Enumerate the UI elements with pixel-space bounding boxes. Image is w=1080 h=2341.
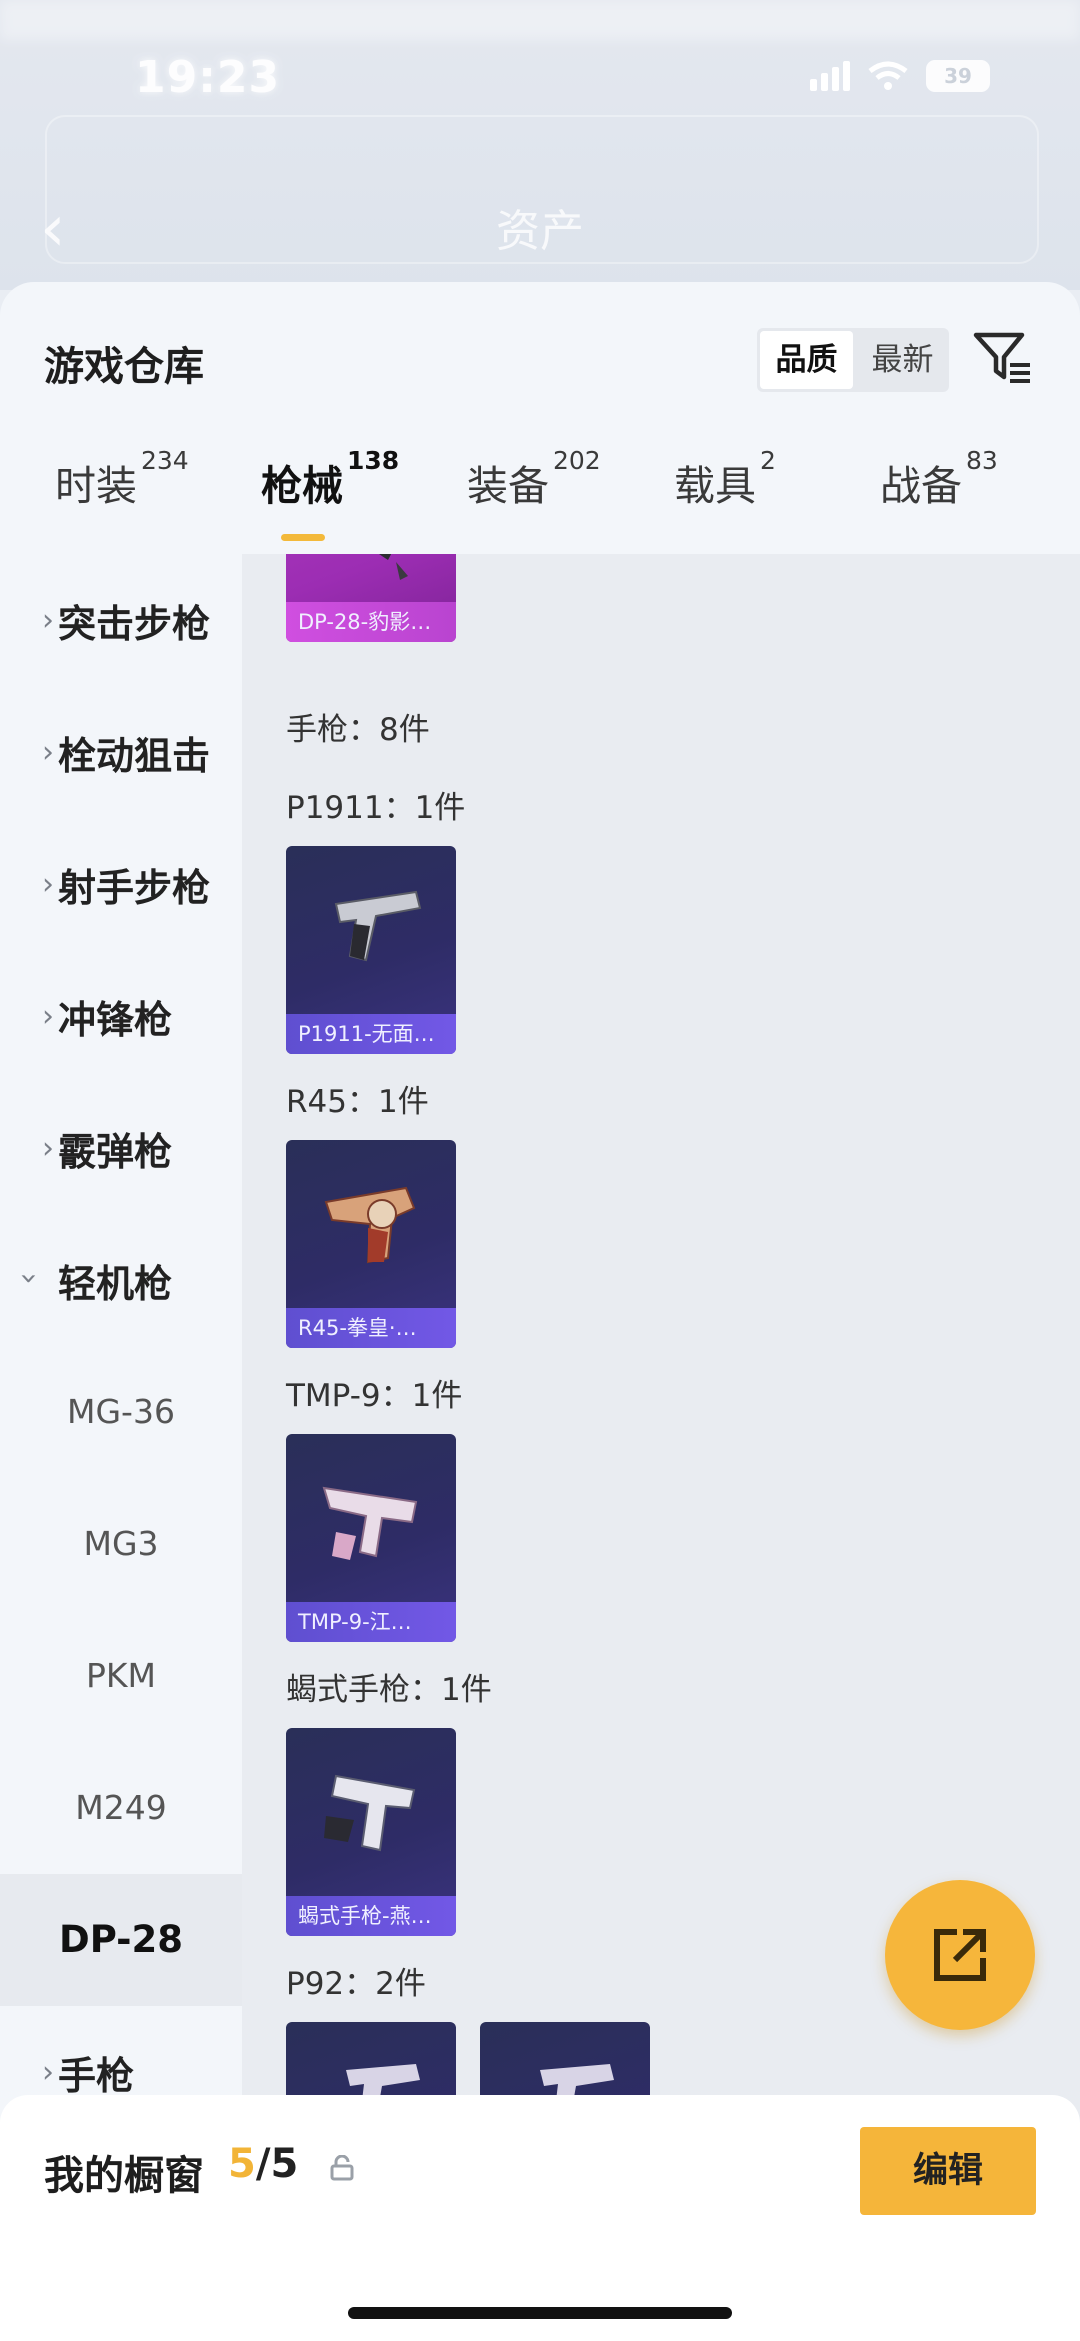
edit-button[interactable]: 编辑	[860, 2127, 1036, 2215]
group-label: P92：2件	[286, 1966, 426, 2002]
chevron-down-icon: ›	[11, 1272, 47, 1284]
weapon-image	[379, 554, 408, 580]
signal-icon	[810, 61, 850, 91]
status-icons: 39	[810, 60, 990, 92]
wifi-icon	[868, 61, 908, 90]
weapon-card[interactable]: R45-拳皇·…	[286, 1140, 456, 1348]
sort-toggle: 品质 最新	[757, 328, 949, 392]
home-indicator	[348, 2307, 732, 2319]
group-label: P1911：1件	[286, 790, 466, 826]
chevron-right-icon: ›	[42, 2054, 54, 2090]
sidebar-subitem-mg3[interactable]: MG3	[0, 1478, 242, 1610]
chevron-right-icon: ›	[42, 998, 54, 1034]
page-title: 资产	[496, 206, 584, 257]
tab-tactical[interactable]: 战备83	[880, 446, 998, 512]
showcase-bar: 我的橱窗 5/5 编辑	[0, 2095, 1080, 2341]
chevron-right-icon: ›	[42, 866, 54, 902]
sidebar-item-bolt-sniper[interactable]: › 栓动狙击	[0, 686, 242, 818]
group-label: TMP-9：1件	[286, 1378, 463, 1414]
filter-icon[interactable]	[972, 327, 1034, 389]
sidebar-subitem-m249[interactable]: M249	[0, 1742, 242, 1874]
sidebar-subitem-dp28[interactable]: DP-28	[0, 1874, 242, 2006]
weapon-card-caption: 蝎式手枪-燕…	[286, 1896, 456, 1936]
weapon-card-caption: TMP-9-江…	[286, 1602, 456, 1642]
weapon-list: DP-28-豹影… 手枪：8件 P1911：1件 P1911-无面… R45：1…	[242, 554, 1080, 2341]
sort-quality-button[interactable]: 品质	[760, 331, 853, 389]
sidebar-subitem-mg36[interactable]: MG-36	[0, 1346, 242, 1478]
sidebar-item-shotgun[interactable]: › 霰弹枪	[0, 1082, 242, 1214]
top-header: 19:23 39 ‹ 资产	[0, 0, 1080, 290]
sidebar-item-assault-rifle[interactable]: › 突击步枪	[0, 554, 242, 686]
external-link-icon	[934, 1929, 986, 1981]
tab-fashion[interactable]: 时装234	[55, 446, 189, 512]
chevron-right-icon: ›	[42, 1130, 54, 1166]
weapon-card[interactable]: P1911-无面…	[286, 846, 456, 1054]
status-bar-blur	[0, 0, 1080, 40]
sidebar-item-marksman-rifle[interactable]: › 射手步枪	[0, 818, 242, 950]
active-tab-indicator	[281, 534, 325, 541]
pistol-image	[334, 890, 422, 962]
weapon-card-caption: DP-28-豹影…	[286, 602, 456, 642]
battery-icon: 39	[926, 60, 990, 92]
weapon-card-caption: P1911-无面…	[286, 1014, 456, 1054]
share-button[interactable]	[885, 1880, 1035, 2030]
sidebar-item-smg[interactable]: › 冲锋枪	[0, 950, 242, 1082]
weapon-card[interactable]: 蝎式手枪-燕…	[286, 1728, 456, 1936]
status-time: 19:23	[135, 52, 281, 103]
inventory-sheet: 游戏仓库 品质 最新 时装234 枪械138 装备202 载具2 战备83 › 突…	[0, 282, 1080, 2341]
scorpion-pistol-image	[324, 1774, 416, 1852]
weapon-card[interactable]: TMP-9-江…	[286, 1434, 456, 1642]
smg-image	[322, 1486, 418, 1560]
group-label: 蝎式手枪：1件	[286, 1672, 492, 1708]
sort-newest-button[interactable]: 最新	[856, 328, 949, 392]
weapon-card-caption: R45-拳皇·…	[286, 1308, 456, 1348]
showcase-count: 5/5	[228, 2141, 299, 2187]
tab-vehicles[interactable]: 载具2	[674, 446, 776, 512]
group-label: R45：1件	[286, 1084, 429, 1120]
sidebar-item-lmg[interactable]: › 轻机枪	[0, 1214, 242, 1346]
revolver-image	[324, 1186, 416, 1264]
sidebar-subitem-pkm[interactable]: PKM	[0, 1610, 242, 1742]
showcase-title: 我的橱窗	[44, 2153, 204, 2199]
category-tabs: 时装234 枪械138 装备202 载具2 战备83	[0, 446, 1080, 552]
sheet-title: 游戏仓库	[44, 344, 204, 390]
tab-guns[interactable]: 枪械138	[261, 446, 399, 512]
lock-icon	[330, 2155, 354, 2181]
chevron-right-icon: ›	[42, 734, 54, 770]
tab-equipment[interactable]: 装备202	[467, 446, 601, 512]
weapon-sidebar: › 突击步枪 › 栓动狙击 › 射手步枪 › 冲锋枪 › 霰弹枪 › 轻机枪 MG-36 M…	[0, 554, 242, 2341]
section-label: 手枪：8件	[286, 712, 430, 748]
weapon-card[interactable]: DP-28-豹影…	[286, 554, 456, 642]
chevron-right-icon: ›	[42, 602, 54, 638]
